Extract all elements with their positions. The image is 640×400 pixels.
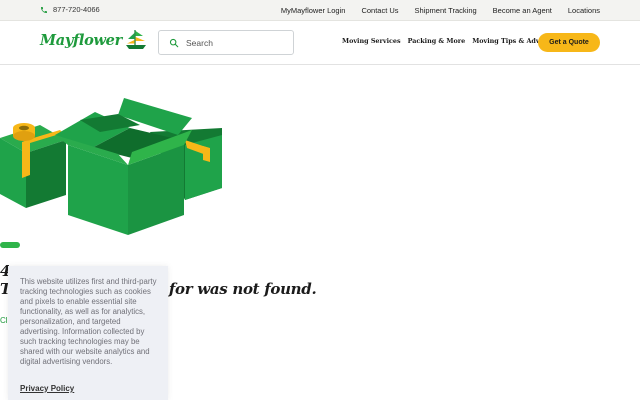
logo[interactable]: Mayflower xyxy=(40,28,148,52)
cookie-banner: This website utilizes first and third-pa… xyxy=(8,266,168,400)
phone-link[interactable]: 877-720-4066 xyxy=(40,5,100,14)
locations-link[interactable]: Locations xyxy=(568,6,600,15)
search-box[interactable] xyxy=(158,30,294,55)
privacy-policy-link[interactable]: Privacy Policy xyxy=(20,384,74,393)
main-header: Mayflower Moving Services Packing & More… xyxy=(0,21,640,65)
get-quote-button[interactable]: Get a Quote xyxy=(538,33,600,52)
cookie-text: This website utilizes first and third-pa… xyxy=(20,277,157,366)
shipment-tracking-link[interactable]: Shipment Tracking xyxy=(415,6,477,15)
open-boxes-illustration xyxy=(0,98,222,235)
search-icon xyxy=(169,38,179,47)
login-link[interactable]: MyMayflower Login xyxy=(281,6,346,15)
become-agent-link[interactable]: Become an Agent xyxy=(493,6,552,15)
phone-number: 877-720-4066 xyxy=(53,5,100,14)
error-message-end: for was not found. xyxy=(168,280,317,298)
nav-moving-services[interactable]: Moving Services xyxy=(342,37,401,45)
nav-packing-more[interactable]: Packing & More xyxy=(408,37,466,45)
logo-text: Mayflower xyxy=(40,31,122,49)
accent-bar xyxy=(0,242,20,248)
utility-bar: 877-720-4066 MyMayflower Login Contact U… xyxy=(0,0,640,21)
main-nav: Moving Services Packing & More Moving Ti… xyxy=(342,37,550,45)
homepage-link[interactable]: Cl xyxy=(0,316,8,325)
search-input[interactable] xyxy=(186,37,286,48)
contact-us-link[interactable]: Contact Us xyxy=(361,6,398,15)
ship-icon xyxy=(125,30,146,49)
utility-links: MyMayflower Login Contact Us Shipment Tr… xyxy=(281,6,600,15)
phone-icon xyxy=(41,6,47,13)
